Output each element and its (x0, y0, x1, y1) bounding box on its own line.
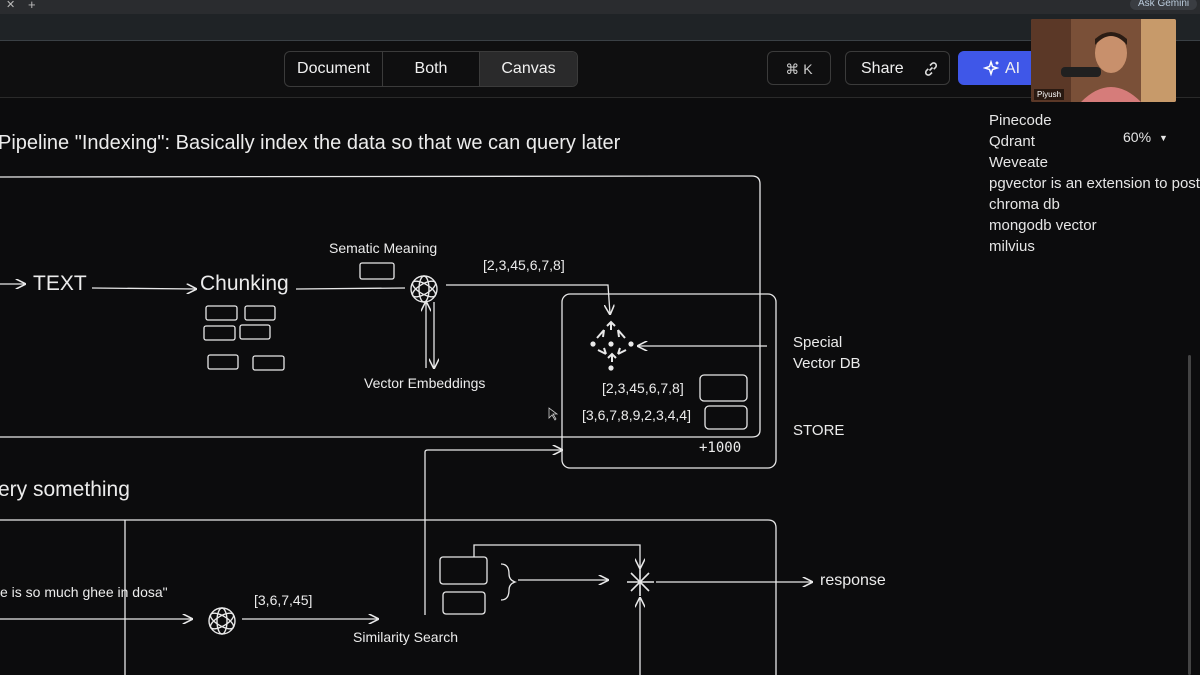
ask-gemini-button[interactable]: Ask Gemini (1130, 0, 1198, 10)
query-title: ery something (0, 478, 130, 501)
result-brace (500, 563, 518, 601)
zoom-control[interactable]: 60% ▼ (1123, 129, 1168, 145)
list-item: chroma db (989, 196, 1060, 213)
tab-canvas[interactable]: Canvas (480, 52, 577, 86)
close-tab-icon[interactable]: ✕ (6, 0, 15, 11)
list-item: milvius (989, 238, 1035, 255)
new-tab-icon[interactable]: + (28, 0, 36, 12)
vector-embeddings-label: Vector Embeddings (364, 375, 486, 391)
arrow-similarity-to-db (424, 450, 562, 615)
tab-document[interactable]: Document (285, 52, 383, 86)
query-vector-label: [3,6,7,45] (254, 592, 313, 608)
arrow-chunking-to-embed (295, 287, 406, 290)
mouse-cursor-icon (548, 407, 559, 421)
response-label: response (820, 572, 886, 589)
sparkle-icon (983, 60, 1000, 77)
list-item: Qdrant (989, 133, 1035, 150)
embedding-model-icon (410, 275, 438, 303)
result-box-1 (439, 556, 488, 585)
command-palette-button[interactable]: ⌘ K (767, 51, 831, 85)
zoom-level: 60% (1123, 129, 1152, 145)
stored-vector-box-2 (704, 405, 748, 430)
store-label: STORE (793, 422, 845, 439)
store-count: +1000 (699, 440, 742, 456)
vector-db-label: Vector DB (793, 355, 861, 372)
link-icon (924, 62, 938, 76)
stored-vector-box-1 (699, 374, 748, 402)
special-label: Special (793, 334, 843, 351)
scrollbar-thumb[interactable] (1188, 355, 1191, 675)
result-box-2 (442, 591, 486, 615)
query-text: e is so much ghee in dosa" (0, 584, 168, 600)
tab-both[interactable]: Both (383, 52, 480, 86)
list-item: mongodb vector (989, 217, 1097, 234)
webcam-overlay: Piyush (1031, 19, 1176, 102)
chunk-box (244, 305, 276, 321)
vector-db-icon (590, 320, 634, 371)
view-mode-switcher: Document Both Canvas (284, 51, 578, 87)
semantic-box (359, 262, 395, 280)
browser-tab-strip: ✕ + Ask Gemini (0, 0, 1200, 14)
indexing-frame (0, 175, 761, 438)
arrow-embed-to-db (446, 284, 610, 314)
arrow-top-to-llm (473, 544, 640, 568)
chevron-down-icon: ▼ (1159, 133, 1168, 144)
chunk-box (203, 325, 236, 341)
arrow-text-to-chunking (91, 288, 196, 289)
address-bar[interactable] (0, 14, 1200, 41)
stored-vector-1: [2,3,45,6,7,8] (602, 380, 684, 396)
ai-label: AI (1005, 60, 1021, 77)
text-node: TEXT (33, 272, 87, 295)
vector-output-label: [2,3,45,6,7,8] (483, 257, 565, 273)
llm-burst-icon (627, 568, 654, 596)
chunk-box (207, 354, 239, 370)
stored-vector-2: [3,6,7,8,9,2,3,4,4] (582, 407, 691, 423)
chunk-box (239, 324, 271, 340)
chunk-box (205, 305, 238, 321)
chunking-node: Chunking (200, 272, 289, 295)
chunk-box (252, 355, 285, 371)
indexing-title: Pipeline "Indexing": Basically index the… (0, 132, 621, 154)
similarity-search-label: Similarity Search (353, 629, 459, 645)
semantic-meaning-label: Sematic Meaning (329, 240, 438, 256)
query-embedding-model-icon (208, 607, 236, 635)
share-button[interactable]: Share (845, 51, 950, 85)
db-options-list: Pinecode Qdrant Weveate pgvector is an e… (989, 110, 1200, 257)
list-item: Pinecode (989, 112, 1052, 129)
list-item: pgvector is an extension to post (989, 175, 1200, 192)
list-item: Weveate (989, 154, 1048, 171)
share-label: Share (861, 60, 904, 77)
